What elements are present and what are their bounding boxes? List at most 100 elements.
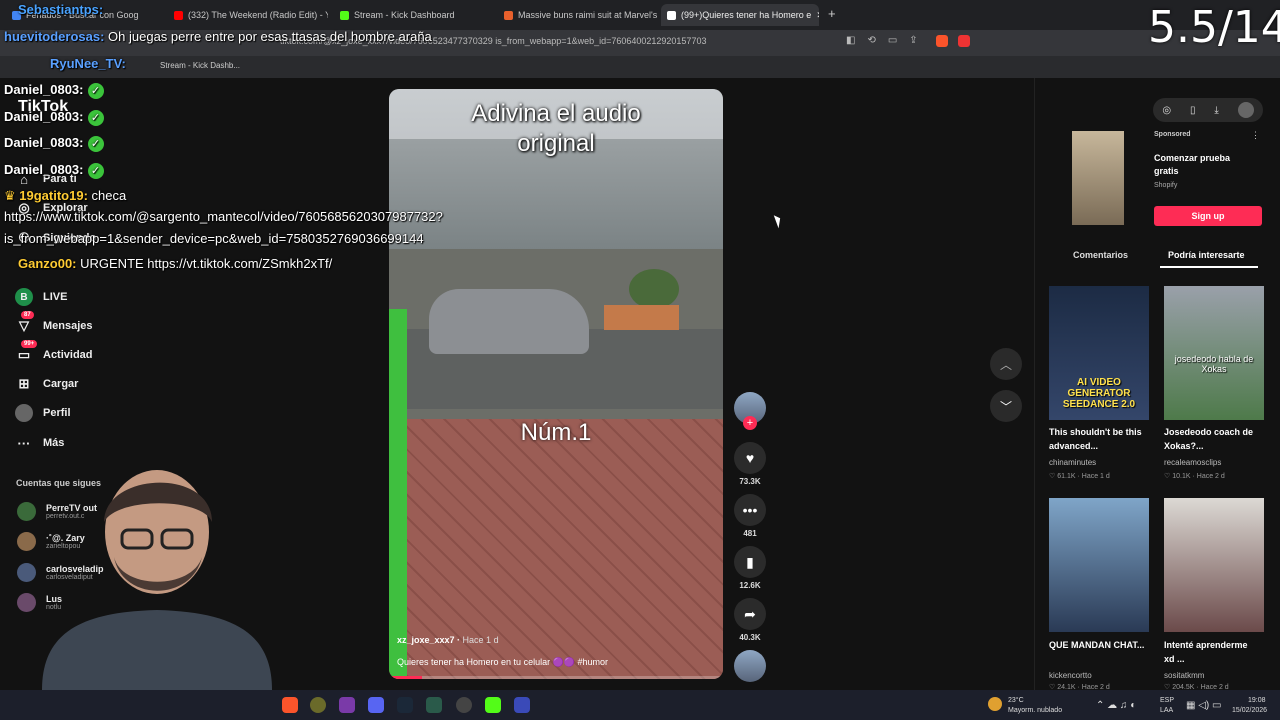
recommended-thumbnail[interactable]: [1164, 498, 1264, 632]
sound-avatar-button[interactable]: [734, 650, 766, 682]
browser-tab[interactable]: Stream - Kick Dashboard: [334, 4, 494, 26]
author-avatar-button[interactable]: +: [734, 392, 766, 430]
app-icon[interactable]: [339, 697, 355, 713]
video-player[interactable]: Adivina el audio original Núm.1 xz_joxe_…: [389, 89, 723, 679]
browser-tab[interactable]: Massive buns raimi suit at Marvel's S: [498, 4, 658, 26]
new-tab-icon[interactable]: +: [828, 6, 836, 21]
previous-video-button[interactable]: ︿: [990, 348, 1022, 380]
app-icon[interactable]: [426, 697, 442, 713]
tab-podria-interesarte[interactable]: Podría interesarte: [1168, 250, 1245, 260]
extension-icons[interactable]: ◧⟲▭⇪: [846, 35, 930, 46]
recommended-author[interactable]: kickencortto: [1049, 671, 1092, 680]
message-icon: ▽ 87: [15, 311, 34, 335]
save-count: 12.6K: [739, 581, 761, 590]
chat-username: huevitoderosas:: [4, 29, 105, 44]
checkmark-icon: ✓: [87, 162, 104, 179]
tab-comentarios[interactable]: Comentarios: [1073, 250, 1128, 260]
video-scene-bush: [629, 269, 679, 309]
recommended-title[interactable]: QUE MANDAN CHAT...: [1049, 638, 1145, 652]
recommended-author[interactable]: sositatkmm: [1164, 671, 1204, 680]
video-progress-bar[interactable]: [389, 676, 723, 679]
weather-text[interactable]: Mayorm. nublado: [1008, 707, 1062, 714]
ad-signup-button[interactable]: Sign up: [1154, 206, 1262, 226]
chevron-up-icon: ︿: [999, 357, 1012, 372]
chevron-down-icon: ﹀: [999, 399, 1012, 414]
recommended-author[interactable]: recaleamosclips: [1164, 458, 1221, 467]
weather-temp[interactable]: 23°C: [1008, 697, 1024, 704]
phone-icon[interactable]: ▯: [1190, 105, 1196, 116]
recommended-thumbnail[interactable]: AI VIDEO GENERATOR SEEDANCE 2.0: [1049, 286, 1149, 420]
video-author[interactable]: xz_joxe_xxx7 · Hace 1 d: [397, 635, 499, 645]
thumbnail-text: AI VIDEO GENERATOR SEEDANCE 2.0: [1049, 377, 1149, 410]
checkmark-icon: ✓: [87, 82, 104, 99]
recommended-title[interactable]: Intenté aprenderme xd ...: [1164, 638, 1260, 666]
nav-label: Mensajes: [43, 320, 93, 332]
active-tab-indicator: [1160, 266, 1258, 268]
download-icon[interactable]: ⤓: [1214, 105, 1218, 116]
bookmark-item[interactable]: Stream - Kick Dashb...: [160, 61, 240, 70]
network-volume-icons[interactable]: ▦ ◁) ▭: [1186, 700, 1221, 711]
nav-label: Perfil: [43, 407, 71, 419]
browser-tab[interactable]: (332) The Weekend (Radio Edit) - Yo: [168, 4, 328, 26]
language-indicator-secondary[interactable]: LAA: [1160, 707, 1173, 714]
brave-shield-icon[interactable]: [936, 35, 948, 47]
upload-icon: ⊞: [18, 376, 30, 391]
chat-message: Sebastiantps:: [18, 2, 103, 17]
chat-text: checa: [87, 188, 127, 203]
live-icon: B: [15, 288, 33, 306]
thumbnail-text-line: SEEDANCE 2.0: [1062, 399, 1136, 410]
app-icon[interactable]: [514, 697, 530, 713]
video-author-name[interactable]: xz_joxe_xxx7: [397, 635, 455, 645]
clock-time[interactable]: 19:08: [1248, 697, 1266, 704]
ad-more-icon[interactable]: ⋮: [1251, 130, 1260, 141]
activity-badge: 99+: [21, 340, 38, 348]
nav-actividad[interactable]: ▭ 99+ Actividad: [15, 340, 93, 364]
recommended-title[interactable]: Josedeodo coach de Xokas?...: [1164, 425, 1260, 453]
checkmark-icon: ✓: [87, 135, 104, 152]
recommended-author[interactable]: chinaminutes: [1049, 458, 1096, 467]
kick-icon[interactable]: [485, 697, 501, 713]
clock-date[interactable]: 15/02/2026: [1232, 707, 1267, 714]
like-button[interactable]: ♥ 73.3K: [734, 442, 766, 486]
app-icon[interactable]: [310, 697, 326, 713]
follow-plus-icon[interactable]: +: [743, 416, 757, 430]
brave-icon[interactable]: [282, 697, 298, 713]
video-scene-car: [429, 289, 589, 354]
recommended-thumbnail[interactable]: josedeodo habla de Xokas: [1164, 286, 1264, 420]
like-count: 61.1K: [1057, 473, 1076, 480]
save-button[interactable]: ▮ 12.6K: [734, 546, 766, 590]
next-video-button[interactable]: ﹀: [990, 390, 1022, 422]
language-indicator[interactable]: ESP: [1160, 697, 1174, 704]
recommended-thumbnail[interactable]: [1049, 498, 1149, 632]
close-tab-icon[interactable]: ✕: [816, 10, 819, 21]
nav-label: LIVE: [43, 291, 68, 303]
video-progress-fill: [389, 676, 423, 679]
share-button[interactable]: ➦ 40.3K: [734, 598, 766, 642]
nav-live[interactable]: B LIVE: [15, 288, 67, 306]
kick-icon: [340, 10, 349, 20]
obs-icon[interactable]: [456, 697, 472, 713]
weather-icon[interactable]: [988, 697, 1002, 711]
nav-mas[interactable]: ··· Más: [15, 434, 65, 452]
like-count: 73.3K: [739, 477, 761, 486]
more-icon: ···: [17, 435, 31, 451]
rewards-icon[interactable]: [958, 35, 970, 47]
video-scene-green-wall: [389, 309, 407, 679]
ad-thumbnail[interactable]: [1072, 131, 1124, 225]
comment-button[interactable]: ••• 481: [734, 494, 766, 538]
nav-cargar[interactable]: ⊞ Cargar: [15, 375, 79, 393]
windows-taskbar: [0, 690, 1280, 720]
recommended-title[interactable]: This shouldn't be this advanced...: [1049, 425, 1145, 453]
discord-icon[interactable]: [368, 697, 384, 713]
recommended-meta: ♡ 10.1K · Hace 2 d: [1164, 473, 1225, 480]
nav-perfil[interactable]: Perfil: [15, 404, 71, 422]
video-scene-planter: [604, 305, 679, 330]
profile-icon[interactable]: [1237, 102, 1254, 118]
tray-icons[interactable]: ⌃ ☁ ♫ ◐: [1096, 700, 1136, 711]
tab-label: Stream - Kick Dashboard: [354, 10, 455, 20]
youtube-icon: [174, 10, 183, 20]
steam-icon[interactable]: [397, 697, 413, 713]
nav-mensajes[interactable]: ▽ 87 Mensajes: [15, 311, 93, 335]
compass-icon[interactable]: ◎: [1162, 105, 1171, 116]
browser-tab-active[interactable]: (99+)Quieres tener ha Homero e ✕: [661, 4, 819, 26]
